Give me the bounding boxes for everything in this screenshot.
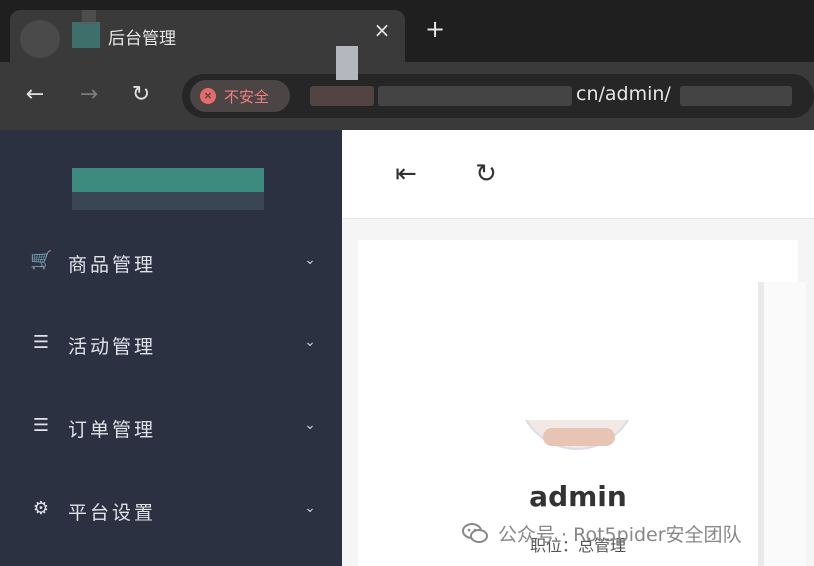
browser-tab-strip: 后台管理 × + [0, 0, 814, 62]
sidebar-item-label: 商品管理 [68, 254, 157, 276]
blurred-profile-icon [20, 20, 60, 58]
sidebar-item-activities[interactable]: ☰ 活动管理 ⌄ [0, 320, 342, 370]
top-toolbar: ⇤ ↻ [342, 130, 814, 219]
browser-address-bar: ← → ↻ × 不安全 cn/admin/ [0, 62, 814, 130]
list-icon: ☰ [32, 415, 50, 436]
sidebar-item-products[interactable]: 🛒 商品管理 ⌄ [0, 238, 342, 288]
collapse-menu-icon[interactable]: ⇤ [390, 158, 422, 190]
back-button[interactable]: ← [22, 82, 48, 108]
sidebar-item-platform-settings[interactable]: ⚙ 平台设置 ⌄ [0, 486, 342, 536]
sidebar-item-label: 平台设置 [68, 502, 157, 524]
tab-title: 后台管理 [108, 29, 176, 49]
favicon-icon [72, 10, 100, 48]
url-redacted [378, 86, 572, 106]
watermark-text: 公众号 · Rot5pider安全团队 [498, 524, 742, 546]
profile-card [358, 240, 798, 566]
url-redacted [680, 86, 792, 106]
refresh-icon[interactable]: ↻ [470, 158, 502, 190]
sidebar-scroll-handle[interactable] [336, 46, 358, 80]
list-icon: ☰ [32, 332, 50, 353]
avatar [517, 420, 637, 450]
sidebar-item-orders[interactable]: ☰ 订单管理 ⌄ [0, 403, 342, 453]
admin-sidebar: 🛒 商品管理 ⌄ ☰ 活动管理 ⌄ ☰ 订单管理 ⌄ ⚙ 平台设置 ⌄ [0, 130, 342, 566]
gears-icon: ⚙ [32, 498, 50, 519]
close-tab-icon[interactable]: × [372, 20, 392, 40]
insecure-icon: × [200, 88, 216, 104]
wechat-icon [462, 523, 488, 543]
url-redacted [310, 86, 374, 106]
forward-button[interactable]: → [76, 82, 102, 108]
logo [72, 168, 264, 192]
logo-redacted [72, 192, 264, 210]
chevron-down-icon: ⌄ [304, 417, 316, 433]
security-label: 不安全 [224, 88, 270, 106]
chevron-down-icon: ⌄ [304, 252, 316, 268]
url-text: cn/admin/ [576, 83, 671, 105]
watermark: 公众号 · Rot5pider安全团队 [462, 520, 802, 548]
username: admin [529, 480, 627, 513]
chevron-down-icon: ⌄ [304, 500, 316, 516]
sidebar-item-label: 订单管理 [68, 419, 157, 441]
security-indicator[interactable]: × 不安全 [190, 80, 290, 112]
sidebar-item-label: 活动管理 [68, 336, 157, 358]
url-input[interactable]: × 不安全 cn/admin/ [182, 74, 814, 118]
reload-button[interactable]: ↻ [128, 82, 154, 108]
new-tab-button[interactable]: + [424, 17, 446, 41]
chevron-down-icon: ⌄ [304, 334, 316, 350]
cart-icon: 🛒 [30, 250, 53, 271]
